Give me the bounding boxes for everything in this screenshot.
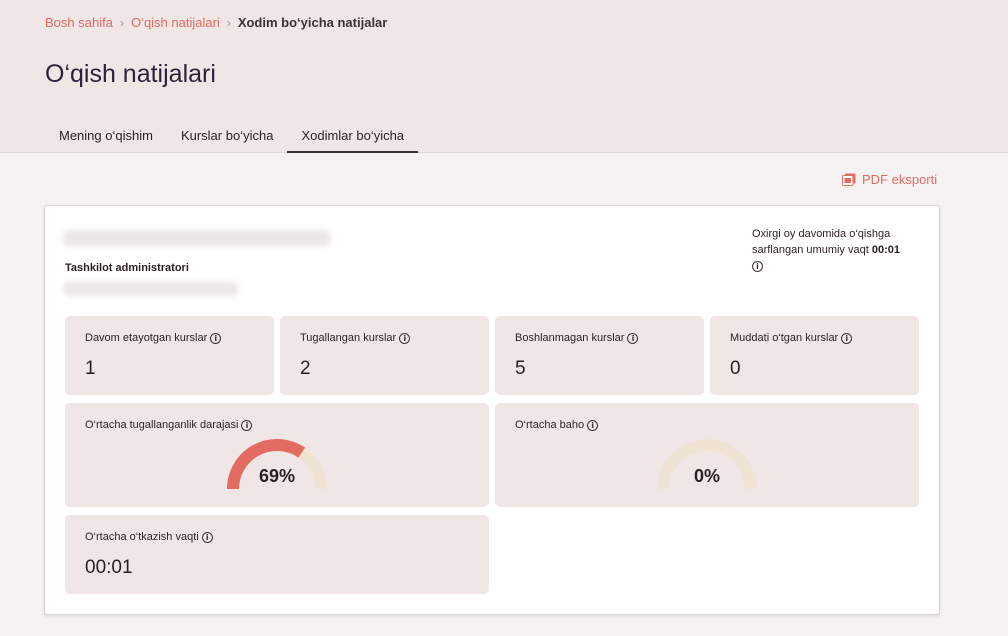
stat-label: O‘rtacha tugallanganlik darajasi i: [85, 419, 253, 431]
stat-label: Davom etayotgan kurslar i: [85, 332, 222, 344]
tab-my-learning[interactable]: Mening o‘qishim: [45, 124, 167, 153]
stat-completed: Tugallangan kurslar i 2: [280, 316, 489, 395]
stat-label: Tugallangan kurslar i: [300, 332, 411, 344]
info-icon[interactable]: i: [399, 332, 411, 344]
stat-value: 1: [85, 358, 96, 379]
tab-by-courses[interactable]: Kurslar bo‘yicha: [167, 124, 288, 153]
stat-value: 5: [515, 358, 526, 379]
stat-label: Muddati o‘tgan kurslar i: [730, 332, 853, 344]
breadcrumb-section-link[interactable]: O‘qish natijalari: [131, 15, 220, 30]
stat-not-started: Boshlanmagan kurslar i 5: [495, 316, 704, 395]
chevron-right-icon: ›: [119, 15, 124, 30]
employee-role: Tashkilot administratori: [65, 262, 189, 274]
tab-bar: Mening o‘qishim Kurslar bo‘yicha Xodimla…: [45, 124, 419, 153]
tab-by-employees[interactable]: Xodimlar bo‘yicha: [287, 124, 419, 153]
chevron-right-icon: ›: [226, 15, 231, 30]
info-icon[interactable]: i: [627, 332, 639, 344]
stat-label: O‘rtacha o‘tkazish vaqti i: [85, 531, 213, 543]
stat-avg-grade: O‘rtacha baho i 0%: [495, 403, 919, 507]
info-icon[interactable]: i: [201, 531, 213, 543]
info-icon[interactable]: i: [841, 332, 853, 344]
pdf-icon: [842, 173, 856, 186]
stat-in-progress: Davom etayotgan kurslar i 1: [65, 316, 274, 395]
redacted-email: [63, 282, 238, 296]
info-icon[interactable]: i: [210, 332, 222, 344]
breadcrumb: Bosh sahifa › O‘qish natijalari › Xodim …: [45, 15, 387, 30]
info-icon[interactable]: i: [587, 419, 599, 431]
info-icon[interactable]: i: [752, 260, 763, 272]
stat-value: 0: [730, 358, 741, 379]
monthly-time-text: Oxirgi oy davomida o‘qishga sarflangan u…: [752, 228, 891, 256]
pdf-export-label: PDF eksporti: [862, 172, 938, 187]
stat-value: 2: [300, 358, 311, 379]
gauge-value: 69%: [258, 466, 296, 486]
redacted-name: [63, 230, 331, 246]
info-icon[interactable]: i: [241, 419, 253, 431]
stat-value: 00:01: [85, 557, 133, 578]
stat-avg-completion: O‘rtacha tugallanganlik darajasi i 69%: [65, 403, 489, 507]
breadcrumb-home-link[interactable]: Bosh sahifa: [45, 15, 113, 30]
stat-avg-time: O‘rtacha o‘tkazish vaqti i 00:01: [65, 515, 489, 594]
page-title: O‘qish natijalari: [45, 60, 216, 88]
employee-card: Tashkilot administratori Oxirgi oy davom…: [44, 205, 940, 615]
monthly-time-value: 00:01: [871, 244, 900, 256]
stat-label: Boshlanmagan kurslar i: [515, 332, 639, 344]
gauge-value: 0%: [693, 466, 720, 486]
monthly-learning-time: Oxirgi oy davomida o‘qishga sarflangan u…: [752, 226, 922, 274]
stat-overdue: Muddati o‘tgan kurslar i 0: [710, 316, 919, 395]
breadcrumb-current: Xodim bo‘yicha natijalar: [237, 15, 388, 30]
pdf-export-button[interactable]: PDF eksporti: [842, 172, 937, 187]
stat-label: O‘rtacha baho i: [515, 419, 599, 431]
page-header: Bosh sahifa › O‘qish natijalari › Xodim …: [0, 0, 1008, 153]
